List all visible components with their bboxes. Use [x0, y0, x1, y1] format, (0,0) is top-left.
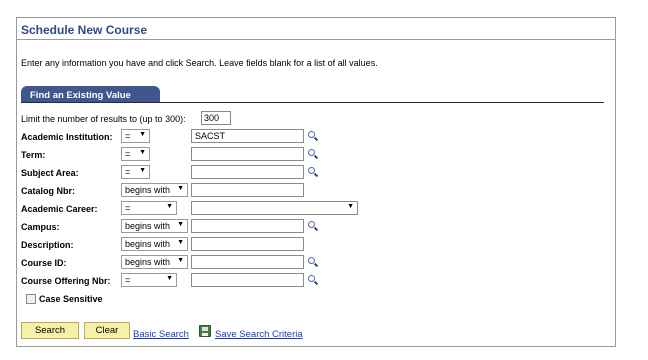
magnifier-icon[interactable] [307, 131, 319, 142]
save-search-criteria-link[interactable]: Save Search Criteria [215, 329, 303, 340]
chevron-down-icon: ▼ [166, 203, 173, 210]
chevron-down-icon: ▼ [177, 257, 184, 264]
campus-operator[interactable]: begins with ▼ [121, 219, 188, 233]
catalog-nbr-operator[interactable]: begins with ▼ [121, 183, 188, 197]
magnifier-icon[interactable] [307, 149, 319, 160]
operator-value: = [125, 275, 131, 285]
magnifier-icon[interactable] [307, 221, 319, 232]
campus-input[interactable] [191, 219, 304, 233]
academic-institution-operator[interactable]: = ▼ [121, 129, 150, 143]
limit-label: Limit the number of results to (up to 30… [21, 114, 186, 124]
course-id-input[interactable] [191, 255, 304, 269]
academic-career-label: Academic Career: [21, 204, 98, 214]
academic-career-operator[interactable]: = ▼ [121, 201, 177, 215]
title-divider [17, 39, 615, 40]
page-title: Schedule New Course [21, 23, 148, 37]
term-operator[interactable]: = ▼ [121, 147, 150, 161]
magnifier-icon[interactable] [307, 257, 319, 268]
operator-value: begins with [125, 185, 171, 195]
chevron-down-icon: ▼ [139, 149, 146, 156]
operator-value: begins with [125, 239, 171, 249]
catalog-nbr-label: Catalog Nbr: [21, 186, 75, 196]
case-sensitive-label: Case Sensitive [39, 294, 103, 304]
description-label: Description: [21, 240, 74, 250]
subject-area-label: Subject Area: [21, 168, 79, 178]
basic-search-link[interactable]: Basic Search [133, 329, 189, 340]
chevron-down-icon: ▼ [177, 185, 184, 192]
subject-area-operator[interactable]: = ▼ [121, 165, 150, 179]
description-operator[interactable]: begins with ▼ [121, 237, 188, 251]
limit-input[interactable]: 300 [201, 111, 231, 125]
course-offering-nbr-input[interactable] [191, 273, 304, 287]
operator-value: = [125, 131, 131, 141]
academic-institution-input[interactable]: SACST [191, 129, 304, 143]
tab-find-existing-value[interactable]: Find an Existing Value [21, 86, 160, 103]
chevron-down-icon: ▼ [177, 239, 184, 246]
chevron-down-icon: ▼ [139, 131, 146, 138]
term-label: Term: [21, 150, 46, 160]
course-offering-nbr-operator[interactable]: = ▼ [121, 273, 177, 287]
description-input[interactable] [191, 237, 304, 251]
magnifier-icon[interactable] [307, 167, 319, 178]
clear-button[interactable]: Clear [84, 322, 130, 339]
chevron-down-icon: ▼ [347, 203, 354, 210]
academic-institution-label: Academic Institution: [21, 132, 113, 142]
operator-value: = [125, 203, 131, 213]
chevron-down-icon: ▼ [139, 167, 146, 174]
search-button[interactable]: Search [21, 322, 79, 339]
operator-value: = [125, 167, 131, 177]
campus-label: Campus: [21, 222, 60, 232]
subject-area-input[interactable] [191, 165, 304, 179]
case-sensitive-checkbox[interactable] [26, 294, 36, 304]
magnifier-icon[interactable] [307, 275, 319, 286]
catalog-nbr-input[interactable] [191, 183, 304, 197]
search-page-frame: Schedule New Course Enter any informatio… [16, 17, 616, 347]
operator-value: begins with [125, 221, 171, 231]
operator-value: = [125, 149, 131, 159]
chevron-down-icon: ▼ [166, 275, 173, 282]
operator-value: begins with [125, 257, 171, 267]
floppy-disk-icon[interactable] [199, 325, 211, 337]
tab-divider [21, 102, 604, 103]
academic-career-select[interactable]: ▼ [191, 201, 358, 215]
course-offering-nbr-label: Course Offering Nbr: [21, 276, 111, 286]
course-id-label: Course ID: [21, 258, 67, 268]
chevron-down-icon: ▼ [177, 221, 184, 228]
instructions-text: Enter any information you have and click… [21, 58, 378, 68]
term-input[interactable] [191, 147, 304, 161]
course-id-operator[interactable]: begins with ▼ [121, 255, 188, 269]
